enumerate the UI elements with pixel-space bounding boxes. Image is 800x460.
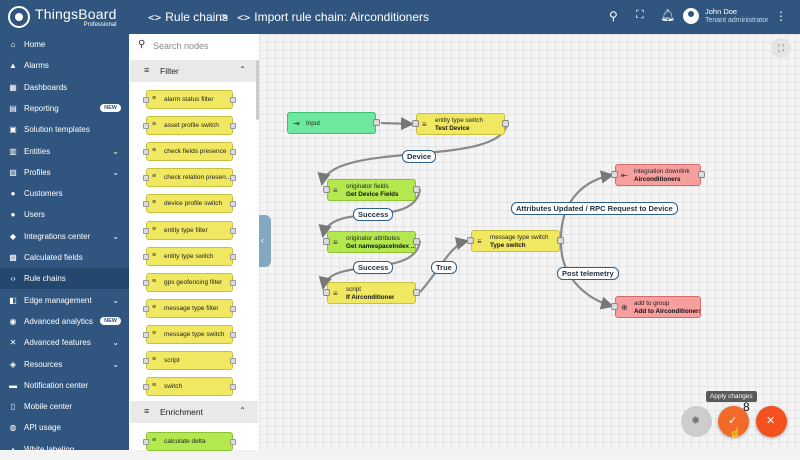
check-icon: ✓ bbox=[728, 415, 738, 427]
add-circle-icon: ⊕ bbox=[621, 303, 628, 312]
edge-label-success[interactable]: Success bbox=[353, 261, 394, 274]
output-port[interactable] bbox=[413, 238, 420, 245]
output-port[interactable] bbox=[373, 119, 380, 126]
output-port[interactable] bbox=[502, 120, 509, 127]
rule-node-name: Get Device Fields bbox=[346, 191, 399, 198]
rule-node-type: originator attributes bbox=[346, 235, 400, 242]
edge-label-attributes-rpc[interactable]: Attributes Updated / RPC Request to Devi… bbox=[511, 202, 678, 215]
rule-node-name: Get namespaceIndex ... bbox=[346, 243, 415, 250]
edge-label-device[interactable]: Device bbox=[402, 150, 437, 163]
filter-icon: ≡ bbox=[333, 289, 338, 298]
input-icon: ⇥ bbox=[293, 119, 300, 128]
rule-node-name: If Airconditioner bbox=[346, 294, 395, 301]
enrichment-icon: ≡ bbox=[333, 186, 338, 195]
filter-icon: ≡ bbox=[477, 237, 482, 246]
debug-button[interactable]: ✹ bbox=[681, 406, 712, 437]
edge-label-success[interactable]: Success bbox=[353, 208, 394, 221]
input-port[interactable] bbox=[323, 238, 330, 245]
input-port[interactable] bbox=[611, 303, 618, 310]
rule-node-name: Add to Airconditioners bbox=[634, 308, 700, 315]
rule-node-type: message type switch bbox=[490, 234, 549, 241]
connections-layer bbox=[317, 117, 615, 310]
edge-label-true[interactable]: True bbox=[431, 261, 457, 274]
rule-node-msg-switch[interactable]: ≡ message type switch Type switch bbox=[471, 230, 560, 252]
input-port[interactable] bbox=[323, 186, 330, 193]
rule-node-type: integration downlink bbox=[634, 168, 690, 175]
rule-node-type: entity type switch bbox=[435, 117, 483, 124]
enrichment-icon: ≡ bbox=[333, 238, 338, 247]
output-port[interactable] bbox=[413, 289, 420, 296]
close-icon: ✕ bbox=[766, 415, 776, 427]
rule-node-type: script bbox=[346, 286, 362, 293]
rule-node-name: Type switch bbox=[490, 242, 526, 249]
cancel-changes-button[interactable]: ✕ bbox=[756, 406, 787, 437]
rule-node-entity-switch[interactable]: ≡ entity type switch Test Device bbox=[416, 113, 505, 135]
rule-node-orig-fields[interactable]: ≡ originator fields Get Device Fields bbox=[327, 179, 416, 201]
rule-node-script[interactable]: ≡ script If Airconditioner bbox=[327, 282, 416, 304]
integration-icon: ⇤ bbox=[621, 171, 628, 180]
rule-node-name: Airconditioners bbox=[634, 176, 681, 183]
rule-node-type: originator fields bbox=[346, 183, 389, 190]
rule-node-type: add to group bbox=[634, 300, 670, 307]
output-port[interactable] bbox=[557, 237, 564, 244]
bug-icon: ✹ bbox=[691, 415, 701, 427]
edge-input-to-switch bbox=[380, 117, 415, 131]
edge-label-post-telemetry[interactable]: Post telemetry bbox=[557, 267, 619, 280]
rule-node-integration[interactable]: ⇤ integration downlink Airconditioners bbox=[615, 164, 701, 186]
pending-changes-count: 8 bbox=[743, 400, 750, 414]
filter-icon: ≡ bbox=[422, 120, 427, 129]
rule-node-name: Input bbox=[306, 120, 321, 127]
output-port[interactable] bbox=[413, 186, 420, 193]
mouse-cursor-icon: ☝ bbox=[729, 428, 742, 439]
input-port[interactable] bbox=[323, 289, 330, 296]
rule-node-add-group[interactable]: ⊕ add to group Add to Airconditioners bbox=[615, 296, 701, 318]
rule-node-name: Test Device bbox=[435, 125, 470, 132]
input-port[interactable] bbox=[412, 120, 419, 127]
input-port[interactable] bbox=[611, 171, 618, 178]
input-port[interactable] bbox=[467, 237, 474, 244]
output-port[interactable] bbox=[698, 171, 705, 178]
rule-node-input[interactable]: ⇥ Input bbox=[287, 112, 376, 134]
rule-node-orig-attrs[interactable]: ≡ originator attributes Get namespaceIndex… bbox=[327, 231, 416, 253]
